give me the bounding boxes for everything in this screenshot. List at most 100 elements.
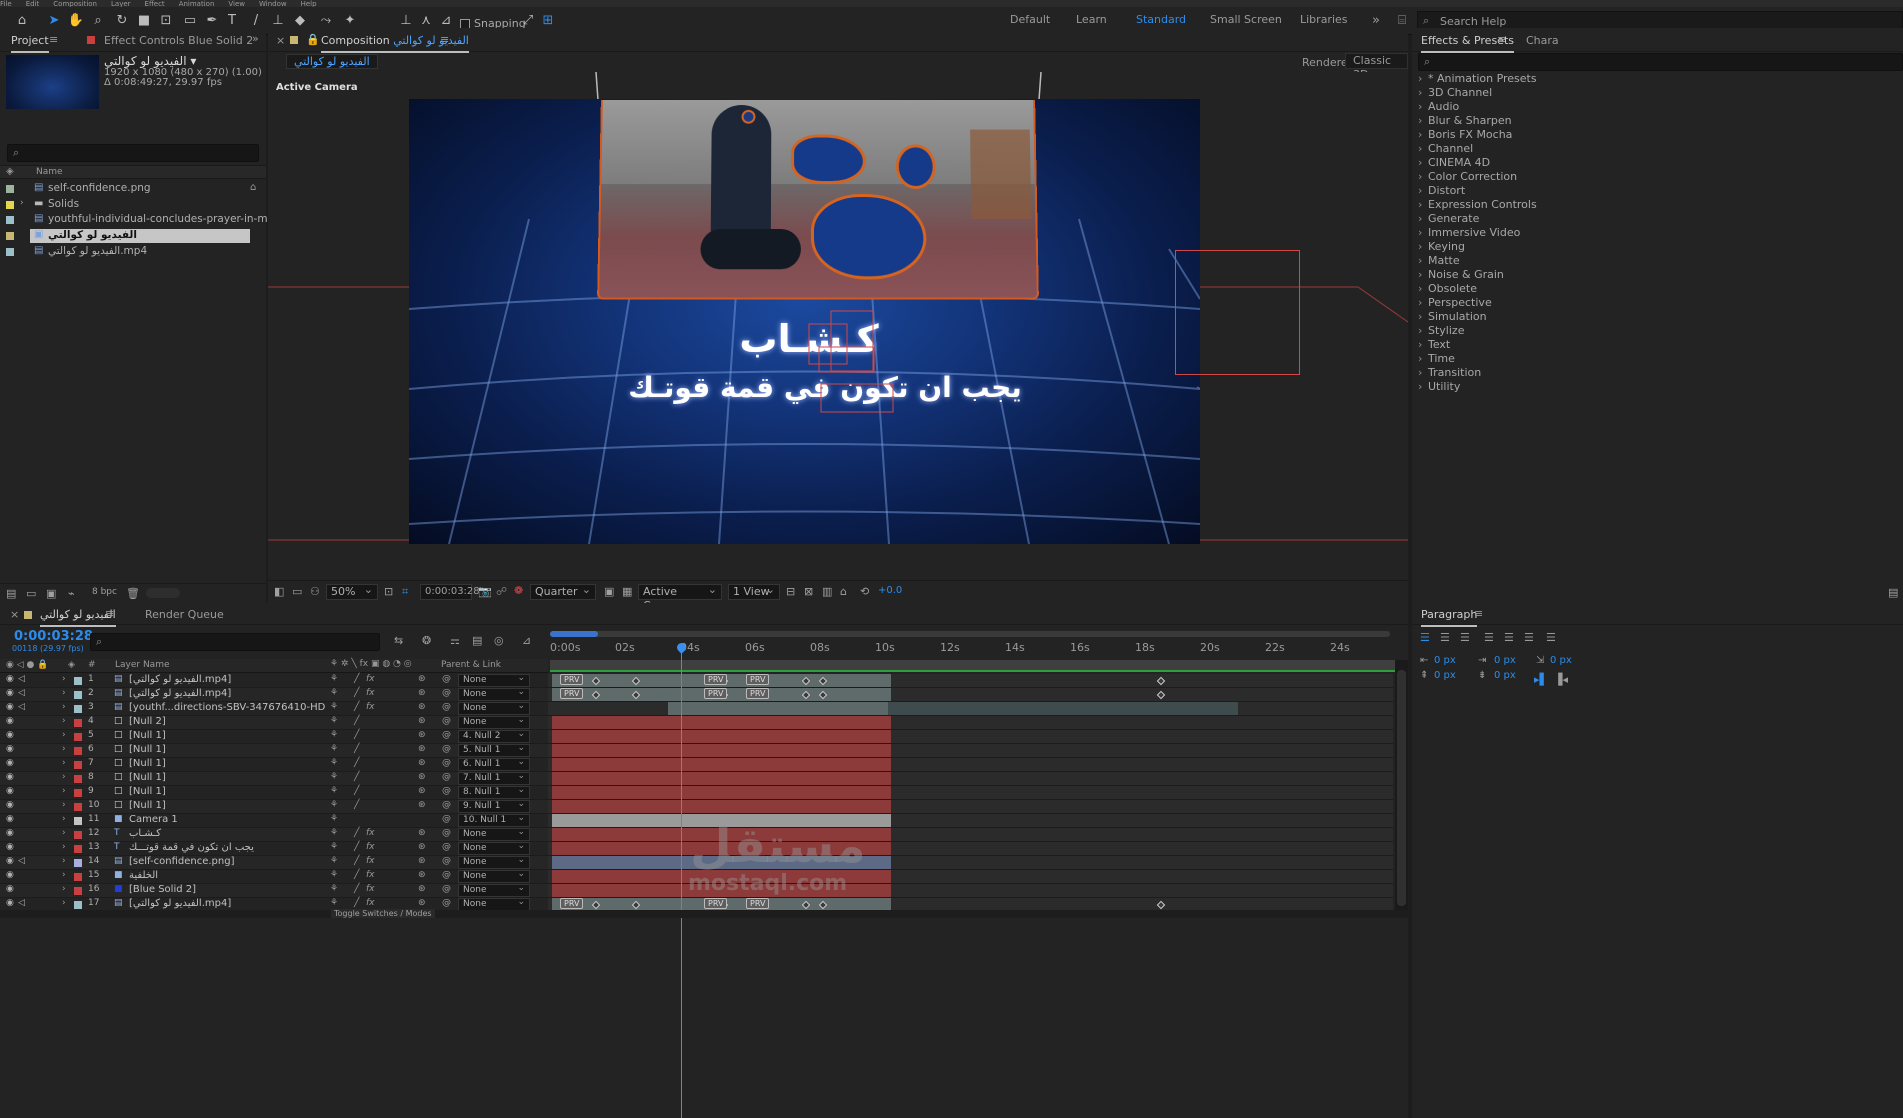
layer-track[interactable] — [548, 716, 1393, 730]
parent-dropdown[interactable]: None — [458, 841, 530, 855]
parent-dropdown[interactable]: None — [458, 687, 530, 701]
expand-arrow-icon[interactable]: › — [62, 842, 66, 852]
effects-category[interactable]: Boris FX Mocha — [1418, 128, 1512, 141]
expand-arrow-icon[interactable]: › — [62, 744, 66, 754]
pick-whip-icon[interactable]: @ — [442, 898, 451, 908]
shy-switch-icon[interactable]: ⚘ — [330, 786, 338, 796]
layer-duration-bar[interactable] — [552, 744, 891, 757]
quality-switch-icon[interactable]: ╱ — [354, 786, 359, 796]
layer-name[interactable]: [Null 2] — [129, 716, 166, 727]
fx-switch-icon[interactable]: fx — [366, 688, 375, 698]
panel-menu-icon[interactable]: ≡ — [1474, 607, 1483, 620]
audio-speaker-icon[interactable]: ◁ — [18, 702, 25, 712]
keyframe-icon[interactable] — [1156, 690, 1166, 700]
layer-track[interactable] — [548, 814, 1393, 828]
fx-switch-icon[interactable]: fx — [366, 884, 375, 894]
effects-category[interactable]: Audio — [1418, 100, 1459, 113]
layer-name[interactable]: الخلفية — [129, 870, 158, 881]
layer-name[interactable]: [Blue Solid 2] — [129, 884, 196, 895]
parent-dropdown[interactable]: 6. Null 1 — [458, 757, 530, 771]
layer-track[interactable] — [548, 842, 1393, 856]
draft-3d-icon[interactable]: ⊠ — [804, 585, 813, 598]
parent-dropdown[interactable]: None — [458, 869, 530, 883]
layer-label-swatch[interactable] — [74, 719, 82, 727]
parent-dropdown[interactable]: 10. Null 1 — [458, 813, 530, 827]
close-tab-icon[interactable]: × — [10, 608, 19, 621]
pick-whip-icon[interactable]: @ — [442, 828, 451, 838]
layer-label-swatch[interactable] — [74, 789, 82, 797]
parent-dropdown[interactable]: 5. Null 1 — [458, 743, 530, 757]
layer-name[interactable]: Camera 1 — [129, 814, 178, 825]
current-time-field[interactable]: 0:00:03:28 — [420, 584, 480, 600]
always-preview-icon[interactable]: ◧ — [274, 585, 284, 598]
workspace-tab[interactable]: Libraries — [1300, 13, 1348, 26]
composition-viewer[interactable]: Active Camera كـشـاب يجب ان تكون في قمة … — [268, 72, 1408, 580]
layer-label-swatch[interactable] — [74, 803, 82, 811]
layer-duration-bar[interactable] — [552, 800, 891, 813]
pick-whip-icon[interactable]: @ — [442, 786, 451, 796]
justify-all-icon[interactable]: ☰ — [1546, 631, 1556, 644]
expand-arrow-icon[interactable]: › — [62, 702, 66, 712]
tab-paragraph[interactable]: Paragraph — [1421, 608, 1478, 627]
3d-layer-icon[interactable]: ⊛ — [418, 688, 426, 698]
parent-dropdown[interactable]: None — [458, 827, 530, 841]
new-composition-icon[interactable]: ▣ — [46, 587, 56, 600]
layer-label-swatch[interactable] — [74, 831, 82, 839]
layer-name[interactable]: [Null 1] — [129, 730, 166, 741]
dependency-icon[interactable]: ⌂ — [250, 182, 256, 193]
quality-switch-icon[interactable]: ╱ — [354, 744, 359, 754]
effects-category[interactable]: Expression Controls — [1418, 198, 1537, 211]
visibility-eye-icon[interactable]: ◉ — [6, 772, 14, 782]
flowchart-icon[interactable]: ⌁ — [68, 587, 75, 600]
visibility-eye-icon[interactable]: ◉ — [6, 800, 14, 810]
layer-track[interactable] — [548, 702, 1393, 716]
layer-name[interactable]: كـشـاب — [129, 828, 161, 839]
parent-dropdown[interactable]: None — [458, 701, 530, 715]
menu-item[interactable]: Composition — [53, 0, 97, 7]
graph-editor-icon[interactable]: ⊿ — [522, 634, 531, 647]
panel-overflow-icon[interactable]: » — [252, 32, 259, 45]
shy-switch-icon[interactable]: ⚘ — [330, 884, 338, 894]
ltr-direction-icon[interactable]: ▸▌ — [1534, 673, 1548, 686]
resolution-dropdown[interactable]: Quarter — [530, 583, 596, 600]
region-of-interest-icon[interactable]: ⌗ — [402, 585, 408, 599]
quality-switch-icon[interactable]: ╱ — [354, 898, 359, 908]
rtl-direction-icon[interactable]: ▐◂ — [1554, 673, 1568, 686]
layer-track[interactable] — [548, 744, 1393, 758]
work-area-range[interactable] — [550, 660, 1395, 670]
indent-first-value[interactable]: 0 px — [1550, 655, 1572, 666]
layer-label-swatch[interactable] — [74, 705, 82, 713]
effects-category[interactable]: Time — [1418, 352, 1455, 365]
lock-icon[interactable]: 🔒 — [306, 33, 320, 46]
parent-dropdown[interactable]: 9. Null 1 — [458, 799, 530, 813]
expand-arrow-icon[interactable]: › — [62, 884, 66, 894]
toggle-switches-modes[interactable]: Toggle Switches / Modes — [331, 909, 435, 918]
fx-switch-icon[interactable]: fx — [366, 702, 375, 712]
prv-marker[interactable]: PRV — [746, 674, 770, 685]
pick-whip-icon[interactable]: @ — [442, 842, 451, 852]
keyframe-icon[interactable] — [1156, 676, 1166, 686]
layer-label-swatch[interactable] — [74, 733, 82, 741]
3d-layer-icon[interactable]: ⊛ — [418, 744, 426, 754]
layer-label-swatch[interactable] — [74, 873, 82, 881]
parent-dropdown[interactable]: None — [458, 883, 530, 897]
space-before-value[interactable]: 0 px — [1434, 670, 1456, 681]
layer-label-swatch[interactable] — [74, 747, 82, 755]
3d-layer-icon[interactable]: ⊛ — [418, 716, 426, 726]
layer-label-swatch[interactable] — [74, 761, 82, 769]
quality-switch-icon[interactable]: ╱ — [354, 688, 359, 698]
shy-switch-icon[interactable]: ⚘ — [330, 702, 338, 712]
monitor-icon[interactable]: ▭ — [292, 585, 302, 598]
layer-label-swatch[interactable] — [74, 775, 82, 783]
menu-item[interactable]: Window — [259, 0, 287, 7]
shy-switch-icon[interactable]: ⚘ — [330, 758, 338, 768]
menu-item[interactable]: Edit — [26, 0, 40, 7]
expand-arrow-icon[interactable]: › — [62, 800, 66, 810]
shy-switch-icon[interactable]: ⚘ — [330, 842, 338, 852]
parent-dropdown[interactable]: 8. Null 1 — [458, 785, 530, 799]
expand-arrow-icon[interactable]: › — [62, 674, 66, 684]
transparency-grid-icon[interactable]: ▦ — [622, 585, 632, 598]
layer-name[interactable]: [Null 1] — [129, 786, 166, 797]
effects-category[interactable]: Utility — [1418, 380, 1460, 393]
shy-switch-icon[interactable]: ⚘ — [330, 898, 338, 908]
